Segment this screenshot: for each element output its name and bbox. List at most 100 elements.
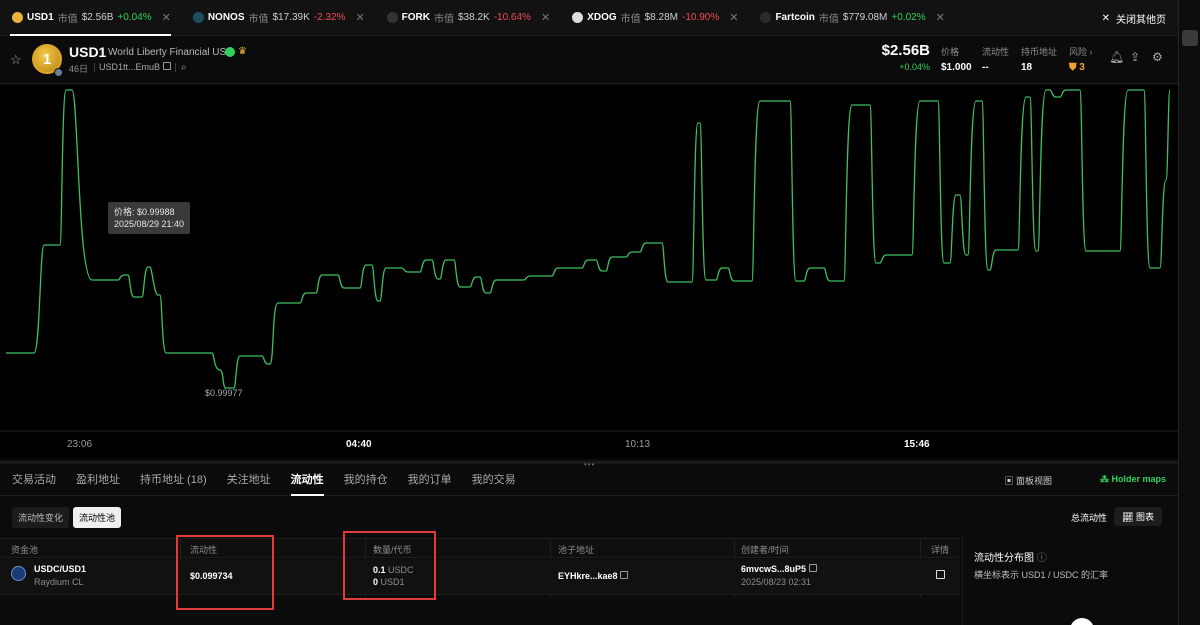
token-header: ☆ 1 USD1 World Liberty Financial USD ♛ 4… [0, 36, 1178, 84]
tab-my-orders[interactable]: 我的订单 [396, 466, 460, 496]
stat-value: -- [982, 62, 989, 73]
header-details: 详情 [931, 545, 950, 555]
holder-maps-button[interactable]: ⁂ Holder maps [1100, 474, 1166, 485]
token-tab-fork[interactable]: FORK 市值 $38.2K -10.64% ✕ [375, 0, 561, 36]
usd1-coin-icon [12, 12, 23, 23]
stat-value: ⛊ 3 [1069, 62, 1093, 73]
tab-symbol: FORK [401, 12, 430, 23]
tab-mc-value: $38.2K [458, 12, 490, 23]
table-row[interactable]: USDC/USD1 Raydium CL $0.099734 0.1 USDC … [0, 559, 960, 595]
pool-pair[interactable]: USDC/USD1 [34, 564, 86, 574]
tab-symbol: USD1 [27, 12, 54, 23]
copy-icon[interactable] [808, 564, 817, 572]
tab-my-trades[interactable]: 我的交易 [460, 466, 524, 496]
subtab-liquidity-pools[interactable]: 流动性池 [73, 507, 122, 528]
distribution-subtitle: 横坐标表示 USD1 / USDC 的汇率 [974, 570, 1109, 580]
pool-address-text: EYHkre...kae8 [558, 571, 618, 581]
chart-button-label: 图表 [1135, 512, 1154, 522]
min-price-label: $0.99977 [205, 388, 243, 398]
tab-my-positions[interactable]: 我的持仓 [332, 466, 396, 496]
pool-creator[interactable]: 6mvcwS...8uP5 [741, 564, 817, 574]
tab-change: +0.02% [891, 12, 926, 23]
stat-price: 价格 $1.000 [941, 45, 972, 73]
stat-value: 18 [1021, 62, 1033, 73]
share-icon[interactable]: ⇪ [1130, 50, 1140, 64]
tab-mc-label: 市值 [57, 14, 78, 25]
stat-risk[interactable]: 风险 › ⛊ 3 [1069, 45, 1093, 73]
right-side-panel [1178, 0, 1200, 625]
chart-button[interactable]: 📈︎ 图表 [1114, 507, 1162, 526]
tab-holders[interactable]: 持币地址 (18) [128, 466, 215, 496]
panel-view-button[interactable]: ▣ 面板视图 [1004, 474, 1052, 487]
close-icon[interactable]: ✕ [355, 11, 364, 24]
panel-icon: ▣ [1004, 476, 1014, 486]
pool-dex: Raydium CL [34, 577, 84, 587]
liquidity-distribution-panel: 流动性分布图 ⓘ 横坐标表示 USD1 / USDC 的汇率 [962, 538, 1178, 625]
search-icon[interactable]: ⌕ [181, 62, 187, 73]
tooltip-price: 价格: $0.99988 [114, 207, 175, 217]
settings-icon[interactable]: ⚙ [1152, 50, 1163, 64]
close-icon[interactable]: ✕ [541, 11, 550, 24]
distribution-title: 流动性分布图 ⓘ [974, 549, 1047, 564]
pool-table-header: 资金池 流动性 数量/代币 池子地址 创建者/时间 详情 [0, 538, 960, 558]
tab-change: +0.04% [117, 12, 152, 23]
stat-label: 价格 [941, 47, 960, 57]
info-icon[interactable]: ⓘ [1037, 553, 1047, 564]
copy-icon[interactable] [620, 571, 629, 579]
divider [94, 63, 95, 72]
token-address[interactable]: USD1tt...EmuB [99, 62, 171, 72]
total-liquidity-toggle[interactable]: 总流动性 [1071, 511, 1107, 524]
tab-mc-label: 市值 [620, 14, 641, 25]
crown-icon: ♛ [238, 46, 247, 57]
close-icon[interactable]: ✕ [162, 11, 171, 24]
price-chart[interactable]: 价格: $0.99988 2025/08/29 21:40 $0.99977 2… [0, 85, 1178, 459]
liquidity-subtabs: 流动性变化 流动性池 [12, 507, 122, 528]
xdog-logo-icon [572, 12, 584, 23]
verified-icon [225, 47, 235, 57]
fartcoin-logo-icon [760, 12, 772, 23]
close-others-button[interactable]: ✕ 关闭其他页 [1102, 0, 1166, 36]
side-panel-button[interactable] [1182, 30, 1198, 46]
tab-mc-value: $779.08M [842, 12, 888, 23]
bell-icon[interactable]: 🔔︎ [1109, 50, 1124, 64]
token-tab-fartcoin[interactable]: Fartcoin 市值 $779.08M +0.02% ✕ [748, 0, 954, 36]
stat-liquidity: 流动性 -- [982, 45, 1009, 73]
copy-icon[interactable] [162, 62, 171, 70]
tab-liquidity[interactable]: 流动性 [279, 466, 332, 496]
holder-maps-icon: ⁂ [1099, 474, 1109, 484]
highlight-box-amount [343, 531, 436, 600]
divider [175, 63, 176, 72]
header-creator-time: 创建者/时间 [741, 545, 789, 555]
close-icon[interactable]: ✕ [936, 11, 945, 24]
star-icon[interactable]: ☆ [10, 52, 22, 68]
price-tooltip: 价格: $0.99988 2025/08/29 21:40 [108, 202, 191, 234]
subtab-liquidity-changes[interactable]: 流动性变化 [12, 507, 70, 528]
shield-icon: ⛊ [1069, 62, 1077, 73]
tab-watched-addresses[interactable]: 关注地址 [215, 466, 279, 496]
x-tick-label: 04:40 [346, 439, 372, 450]
chart-icon: 📈︎ [1122, 512, 1134, 522]
token-symbol: USD1 [69, 44, 107, 60]
tooltip-time: 2025/08/29 21:40 [114, 219, 185, 229]
close-icon[interactable]: ✕ [729, 11, 738, 24]
tab-profit-addresses[interactable]: 盈利地址 [64, 466, 128, 496]
token-tab-xdog[interactable]: XDOG 市值 $8.28M -10.90% ✕ [560, 0, 748, 36]
market-cap: $2.56B +0.04% [880, 42, 930, 72]
tab-trades[interactable]: 交易活动 [0, 466, 64, 496]
pool-address[interactable]: EYHkre...kae8 [558, 571, 629, 581]
stat-holders[interactable]: 持币地址 18 [1021, 45, 1057, 73]
tab-symbol: XDOG [587, 12, 617, 23]
stat-label: 持币地址 [1021, 47, 1058, 57]
token-name: World Liberty Financial USD [108, 47, 234, 58]
stat-label: 流动性 [982, 47, 1010, 57]
panel-view-label: 面板视图 [1015, 476, 1052, 486]
price-chart-svg [0, 89, 1178, 432]
bottom-tab-bar: 交易活动 盈利地址 持币地址 (18) 关注地址 流动性 我的持仓 我的订单 我… [0, 466, 1178, 496]
header-pool-address: 池子地址 [558, 545, 595, 555]
chain-badge-icon [54, 68, 63, 77]
holder-maps-label: Holder maps [1111, 474, 1166, 484]
token-tab-nonos[interactable]: NONOS 市值 $17.39K -2.32% ✕ [181, 0, 375, 36]
token-tab-usd1[interactable]: USD1 市值 $2.56B +0.04% ✕ [0, 0, 181, 36]
tab-change: -10.64% [493, 12, 531, 23]
external-link-icon[interactable] [936, 570, 945, 579]
